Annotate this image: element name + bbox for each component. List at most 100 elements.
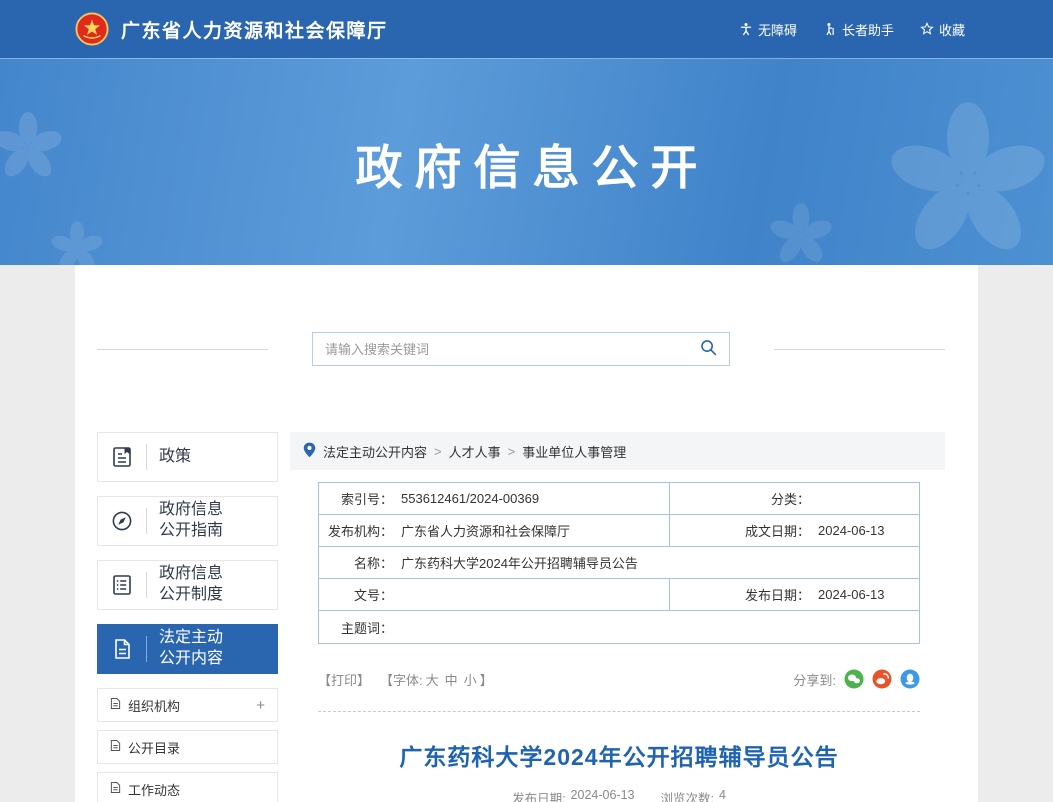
breadcrumb-item-statutory[interactable]: 法定主动公开内容	[323, 442, 427, 461]
font-size-label: 【字体:	[380, 670, 423, 689]
sidebar-item-label: 政府信息公开指南	[159, 500, 229, 542]
decorative-rule-right	[774, 349, 945, 350]
page-icon	[110, 739, 121, 755]
divider	[146, 444, 147, 470]
table-row: 索引号： 553612461/2024-00369 分类：	[319, 483, 919, 515]
publish-date-label: 发布日期：	[670, 585, 810, 604]
national-emblem-logo[interactable]	[75, 12, 109, 46]
weibo-share-button[interactable]	[872, 669, 892, 689]
breadcrumb-separator: >	[434, 444, 442, 459]
sidebar-item-info-system[interactable]: 政府信息公开制度	[97, 560, 278, 610]
weibo-icon	[872, 669, 892, 689]
banner: 政府信息公开	[0, 58, 1053, 265]
breadcrumb-item-talent[interactable]: 人才人事	[449, 442, 501, 461]
name-value: 广东药科大学2024年公开招聘辅导员公告	[401, 553, 638, 572]
keywords-label: 主题词：	[319, 618, 393, 637]
publish-date-value: 2024-06-13	[818, 587, 885, 602]
article-body: 索引号： 553612461/2024-00369 分类： 发布机构：	[290, 482, 945, 802]
sidebar: 政策 政府信息公开指南	[97, 432, 278, 802]
article-title: 广东药科大学2024年公开招聘辅导员公告	[318, 738, 920, 772]
dashed-divider	[318, 711, 920, 712]
elder-assistant-link[interactable]: 长者助手	[823, 20, 894, 39]
file-icon	[98, 637, 146, 661]
sidebar-subitem-label: 组织机构	[128, 696, 180, 715]
sidebar-item-info-guide[interactable]: 政府信息公开指南	[97, 496, 278, 546]
page-icon	[110, 781, 121, 797]
sidebar-item-label: 法定主动公开内容	[159, 628, 229, 670]
elder-person-icon	[823, 22, 837, 36]
flower-decoration	[42, 213, 112, 265]
font-size-group: 【字体: 大 中 小 】	[380, 670, 493, 689]
sidebar-subitem-catalog[interactable]: 公开目录	[97, 730, 278, 764]
compass-icon	[98, 509, 146, 533]
name-label: 名称：	[319, 553, 393, 572]
publish-date-meta-value: 2024-06-13	[571, 788, 635, 802]
accessibility-label: 无障碍	[758, 20, 797, 39]
content-wrap: 政策 政府信息公开指南	[0, 265, 1053, 802]
favorite-label: 收藏	[939, 20, 965, 39]
wechat-icon	[844, 669, 864, 689]
font-large-button[interactable]: 大	[426, 670, 439, 689]
wechat-share-button[interactable]	[844, 669, 864, 689]
search-row	[97, 332, 945, 366]
search-icon	[700, 339, 717, 359]
sidebar-subitem-organization[interactable]: 组织机构 +	[97, 688, 278, 722]
page-icon	[110, 697, 121, 713]
breadcrumb-separator: >	[508, 444, 516, 459]
accessibility-icon	[739, 22, 753, 36]
expand-plus-icon[interactable]: +	[256, 697, 265, 714]
policy-document-icon	[98, 445, 146, 469]
divider	[146, 572, 147, 598]
sidebar-item-statutory-disclosure[interactable]: 法定主动公开内容	[97, 624, 278, 674]
font-size-label-close: 】	[480, 670, 493, 689]
qq-share-button[interactable]	[900, 669, 920, 689]
table-row: 主题词：	[319, 611, 919, 643]
topbar-utility-links: 无障碍 长者助手 收藏	[739, 20, 965, 39]
table-row: 名称： 广东药科大学2024年公开招聘辅导员公告	[319, 547, 919, 579]
search-input[interactable]	[313, 342, 687, 357]
banner-title: 政府信息公开	[0, 129, 1053, 198]
publish-date-meta-label: 发布日期:	[512, 788, 565, 802]
breadcrumb-item-personnel-mgmt[interactable]: 事业单位人事管理	[522, 442, 626, 461]
index-number-value: 553612461/2024-00369	[401, 491, 539, 506]
location-pin-icon	[303, 442, 316, 461]
accessibility-link[interactable]: 无障碍	[739, 20, 797, 39]
decorative-rule-left	[97, 349, 268, 350]
table-row: 发布机构： 广东省人力资源和社会保障厅 成文日期： 2024-06-13	[319, 515, 919, 547]
sidebar-item-policy[interactable]: 政策	[97, 432, 278, 482]
divider	[146, 636, 147, 662]
search-button[interactable]	[687, 333, 729, 365]
article-meta: 发布日期: 2024-06-13 浏览次数: 4	[318, 788, 920, 802]
font-medium-button[interactable]: 中	[445, 670, 458, 689]
index-number-label: 索引号：	[319, 489, 393, 508]
sidebar-subitem-work-news[interactable]: 工作动态	[97, 772, 278, 802]
content-card: 政策 政府信息公开指南	[75, 265, 978, 802]
article-area: 法定主动公开内容 > 人才人事 > 事业单位人事管理 索引号： 55361246…	[290, 432, 945, 802]
list-document-icon	[98, 573, 146, 597]
divider	[146, 508, 147, 534]
category-label: 分类：	[670, 489, 810, 508]
sidebar-item-label: 政策	[159, 447, 229, 468]
written-date-value: 2024-06-13	[818, 523, 885, 538]
favorite-link[interactable]: 收藏	[920, 20, 965, 39]
sidebar-subitem-label: 工作动态	[128, 780, 180, 799]
font-small-button[interactable]: 小	[464, 670, 477, 689]
print-button[interactable]: 【打印】	[318, 670, 370, 689]
flower-decoration	[759, 193, 843, 265]
written-date-label: 成文日期：	[670, 521, 810, 540]
sidebar-subitem-label: 公开目录	[128, 738, 180, 757]
columns: 政策 政府信息公开指南	[97, 432, 945, 802]
site-title: 广东省人力资源和社会保障厅	[121, 16, 388, 43]
views-label: 浏览次数:	[661, 788, 714, 802]
star-icon	[920, 22, 934, 36]
topbar: 广东省人力资源和社会保障厅 无障碍 长者助手	[0, 0, 1053, 58]
qq-icon	[900, 669, 920, 689]
views-value: 4	[719, 788, 726, 802]
breadcrumb: 法定主动公开内容 > 人才人事 > 事业单位人事管理	[290, 432, 945, 470]
site-branding: 广东省人力资源和社会保障厅	[75, 12, 388, 46]
search-box	[312, 332, 730, 366]
doc-number-label: 文号：	[319, 585, 393, 604]
article-toolbar: 【打印】 【字体: 大 中 小 】 分享到:	[318, 669, 920, 689]
share-label: 分享到:	[793, 670, 836, 689]
elder-assistant-label: 长者助手	[842, 20, 894, 39]
